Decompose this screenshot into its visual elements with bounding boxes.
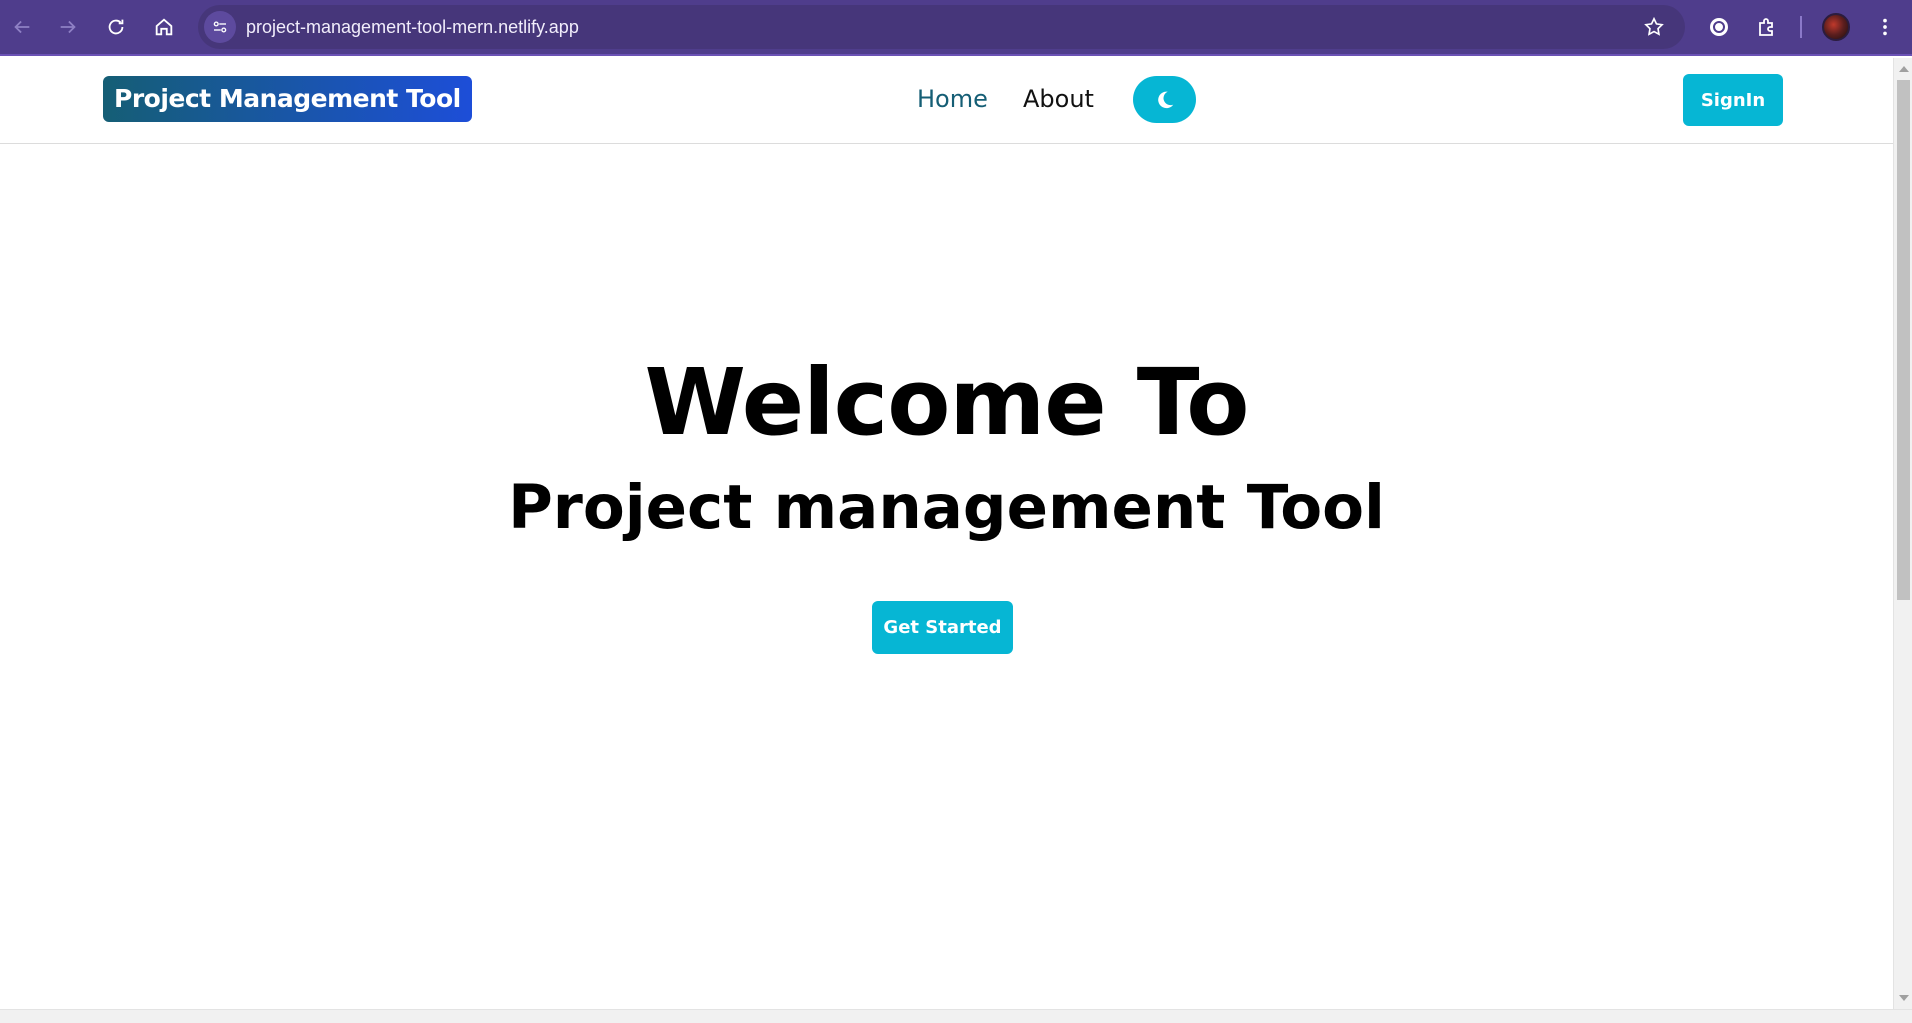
kebab-menu-icon — [1883, 18, 1887, 36]
bookmark-button[interactable] — [1641, 14, 1667, 40]
scroll-down-arrow-icon[interactable] — [1899, 995, 1909, 1001]
theme-toggle-button[interactable] — [1133, 76, 1196, 123]
vertical-scrollbar[interactable] — [1893, 58, 1912, 1009]
reload-button[interactable] — [99, 10, 133, 44]
hero-subtitle: Project management Tool — [508, 472, 1385, 543]
browser-menu-button[interactable] — [1870, 12, 1900, 42]
address-bar[interactable]: project-management-tool-mern.netlify.app — [198, 5, 1685, 49]
scroll-thumb[interactable] — [1897, 80, 1910, 600]
browser-toolbar: project-management-tool-mern.netlify.app — [0, 0, 1912, 56]
horizontal-scrollbar[interactable] — [0, 1009, 1912, 1023]
extensions-menu-button[interactable] — [1752, 12, 1782, 42]
site-header: Project Management Tool Home About SignI… — [0, 58, 1893, 144]
scroll-up-arrow-icon[interactable] — [1899, 66, 1909, 72]
back-arrow-icon — [14, 20, 30, 34]
puzzle-icon — [1759, 18, 1773, 36]
forward-button[interactable] — [51, 10, 85, 44]
reload-icon — [108, 19, 124, 35]
moon-icon — [1157, 91, 1173, 108]
signin-button[interactable]: SignIn — [1683, 74, 1783, 126]
hero-title: Welcome To — [644, 349, 1250, 456]
extension-button[interactable] — [1704, 12, 1734, 42]
nav-about-link[interactable]: About — [1023, 82, 1094, 116]
star-icon — [1644, 16, 1664, 36]
back-button[interactable] — [5, 10, 39, 44]
avatar[interactable] — [1822, 13, 1850, 41]
site-info-icon — [213, 21, 227, 33]
extension-icon — [1710, 18, 1728, 36]
toolbar-divider — [1800, 16, 1802, 38]
nav-home-link[interactable]: Home — [917, 82, 988, 116]
page-viewport: Project Management Tool Home About SignI… — [0, 58, 1893, 1009]
home-icon — [155, 18, 173, 36]
url-text[interactable]: project-management-tool-mern.netlify.app — [246, 5, 579, 49]
forward-arrow-icon — [60, 20, 76, 34]
site-info-button[interactable] — [204, 11, 236, 43]
brand-logo[interactable]: Project Management Tool — [103, 76, 472, 122]
hero-section: Welcome To Project management Tool — [0, 348, 1893, 558]
home-button[interactable] — [147, 10, 181, 44]
get-started-button[interactable]: Get Started — [872, 601, 1013, 654]
